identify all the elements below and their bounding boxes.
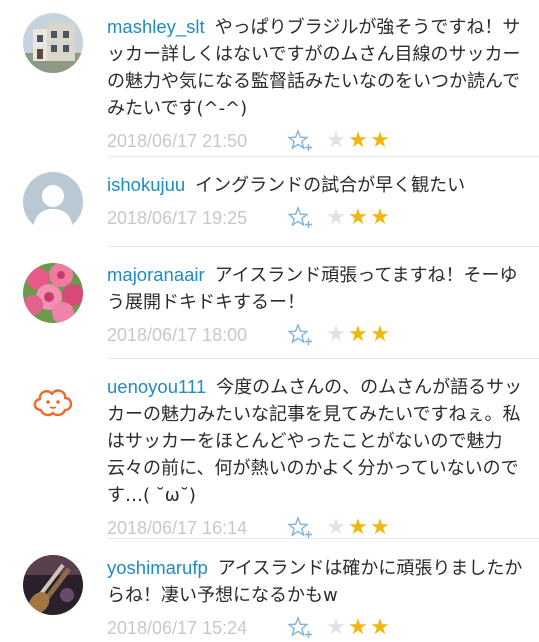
comment-meta: 2018/06/17 15:24 ★ ★ ★ (107, 616, 527, 642)
comment-text-block: ishokujuu イングランドの試合が早く観たい (107, 171, 527, 199)
star-icon: ★ (348, 128, 368, 153)
avatar[interactable] (23, 263, 83, 323)
avatar[interactable] (23, 374, 83, 434)
star-icon: ★ (370, 615, 390, 640)
add-star-icon[interactable] (288, 516, 314, 540)
add-star-icon[interactable] (288, 206, 314, 230)
house-photo-avatar (23, 13, 83, 73)
flowers-photo-avatar (23, 263, 83, 323)
comment-text-block: majoranaair アイスランド頑張ってますね！そーゆう展開ドキドキするー！ (107, 261, 527, 316)
star-icon: ★ (326, 615, 346, 640)
star-icon: ★ (326, 322, 346, 347)
orange-face-icon (23, 374, 83, 434)
avatar[interactable] (23, 13, 83, 73)
star-icon: ★ (326, 128, 346, 153)
comment-item: uenoyou111 今度のムさんの、のムさんが語るサッカーの魅力みたいな記事を見… (0, 359, 539, 540)
star-rating[interactable]: ★ ★ ★ (325, 616, 391, 640)
timestamp: 2018/06/17 18:00 (107, 325, 248, 345)
timestamp: 2018/06/17 19:25 (107, 208, 248, 228)
comment-meta: 2018/06/17 18:00 ★ ★ ★ (107, 323, 527, 349)
username-link[interactable]: yoshimarufp (107, 557, 208, 578)
star-icon: ★ (370, 128, 390, 153)
comment-text-block: uenoyou111 今度のムさんの、のムさんが語るサッカーの魅力みたいな記事を見… (107, 373, 527, 509)
timestamp: 2018/06/17 21:50 (107, 131, 248, 151)
star-icon: ★ (370, 322, 390, 347)
add-star-icon[interactable] (288, 323, 314, 347)
star-rating[interactable]: ★ ★ ★ (325, 206, 391, 230)
timestamp: 2018/06/17 15:24 (107, 618, 248, 638)
star-icon: ★ (348, 515, 368, 540)
star-icon: ★ (348, 322, 368, 347)
star-icon: ★ (326, 205, 346, 230)
comment-text-block: mashley_slt やっぱりブラジルが強そうですね！サッカー詳しくはないですが… (107, 13, 527, 122)
username-link[interactable]: uenoyou111 (107, 376, 206, 397)
timestamp: 2018/06/17 16:14 (107, 518, 248, 538)
comment-item: majoranaair アイスランド頑張ってますね！そーゆう展開ドキドキするー！ … (0, 247, 539, 359)
comment-item: ishokujuu イングランドの試合が早く観たい 2018/06/17 19:2… (0, 157, 539, 247)
comment-meta: 2018/06/17 19:25 ★ ★ ★ (107, 206, 527, 232)
avatar[interactable] (23, 555, 83, 615)
username-link[interactable]: mashley_slt (107, 16, 205, 37)
star-icon: ★ (370, 515, 390, 540)
comment-item: yoshimarufp アイスランドは確かに頑張りましたからね！凄い予想になるかも… (0, 539, 539, 640)
username-link[interactable]: majoranaair (107, 264, 205, 285)
star-icon: ★ (348, 615, 368, 640)
comment-item: mashley_slt やっぱりブラジルが強そうですね！サッカー詳しくはないですが… (0, 0, 539, 157)
comment-meta: 2018/06/17 21:50 ★ ★ ★ (107, 129, 527, 155)
star-icon: ★ (326, 515, 346, 540)
avatar[interactable] (23, 172, 83, 232)
username-link[interactable]: ishokujuu (107, 174, 185, 195)
comment-text-block: yoshimarufp アイスランドは確かに頑張りましたからね！凄い予想になるかも… (107, 554, 527, 609)
star-rating[interactable]: ★ ★ ★ (325, 323, 391, 347)
add-star-icon[interactable] (288, 129, 314, 153)
comment-text: イングランドの試合が早く観たい (195, 175, 466, 196)
star-icon: ★ (370, 205, 390, 230)
star-icon: ★ (348, 205, 368, 230)
default-person-icon (23, 172, 83, 232)
star-rating[interactable]: ★ ★ ★ (325, 129, 391, 153)
guitar-photo-avatar (23, 555, 83, 615)
star-rating[interactable]: ★ ★ ★ (325, 516, 391, 540)
add-star-icon[interactable] (288, 616, 314, 640)
